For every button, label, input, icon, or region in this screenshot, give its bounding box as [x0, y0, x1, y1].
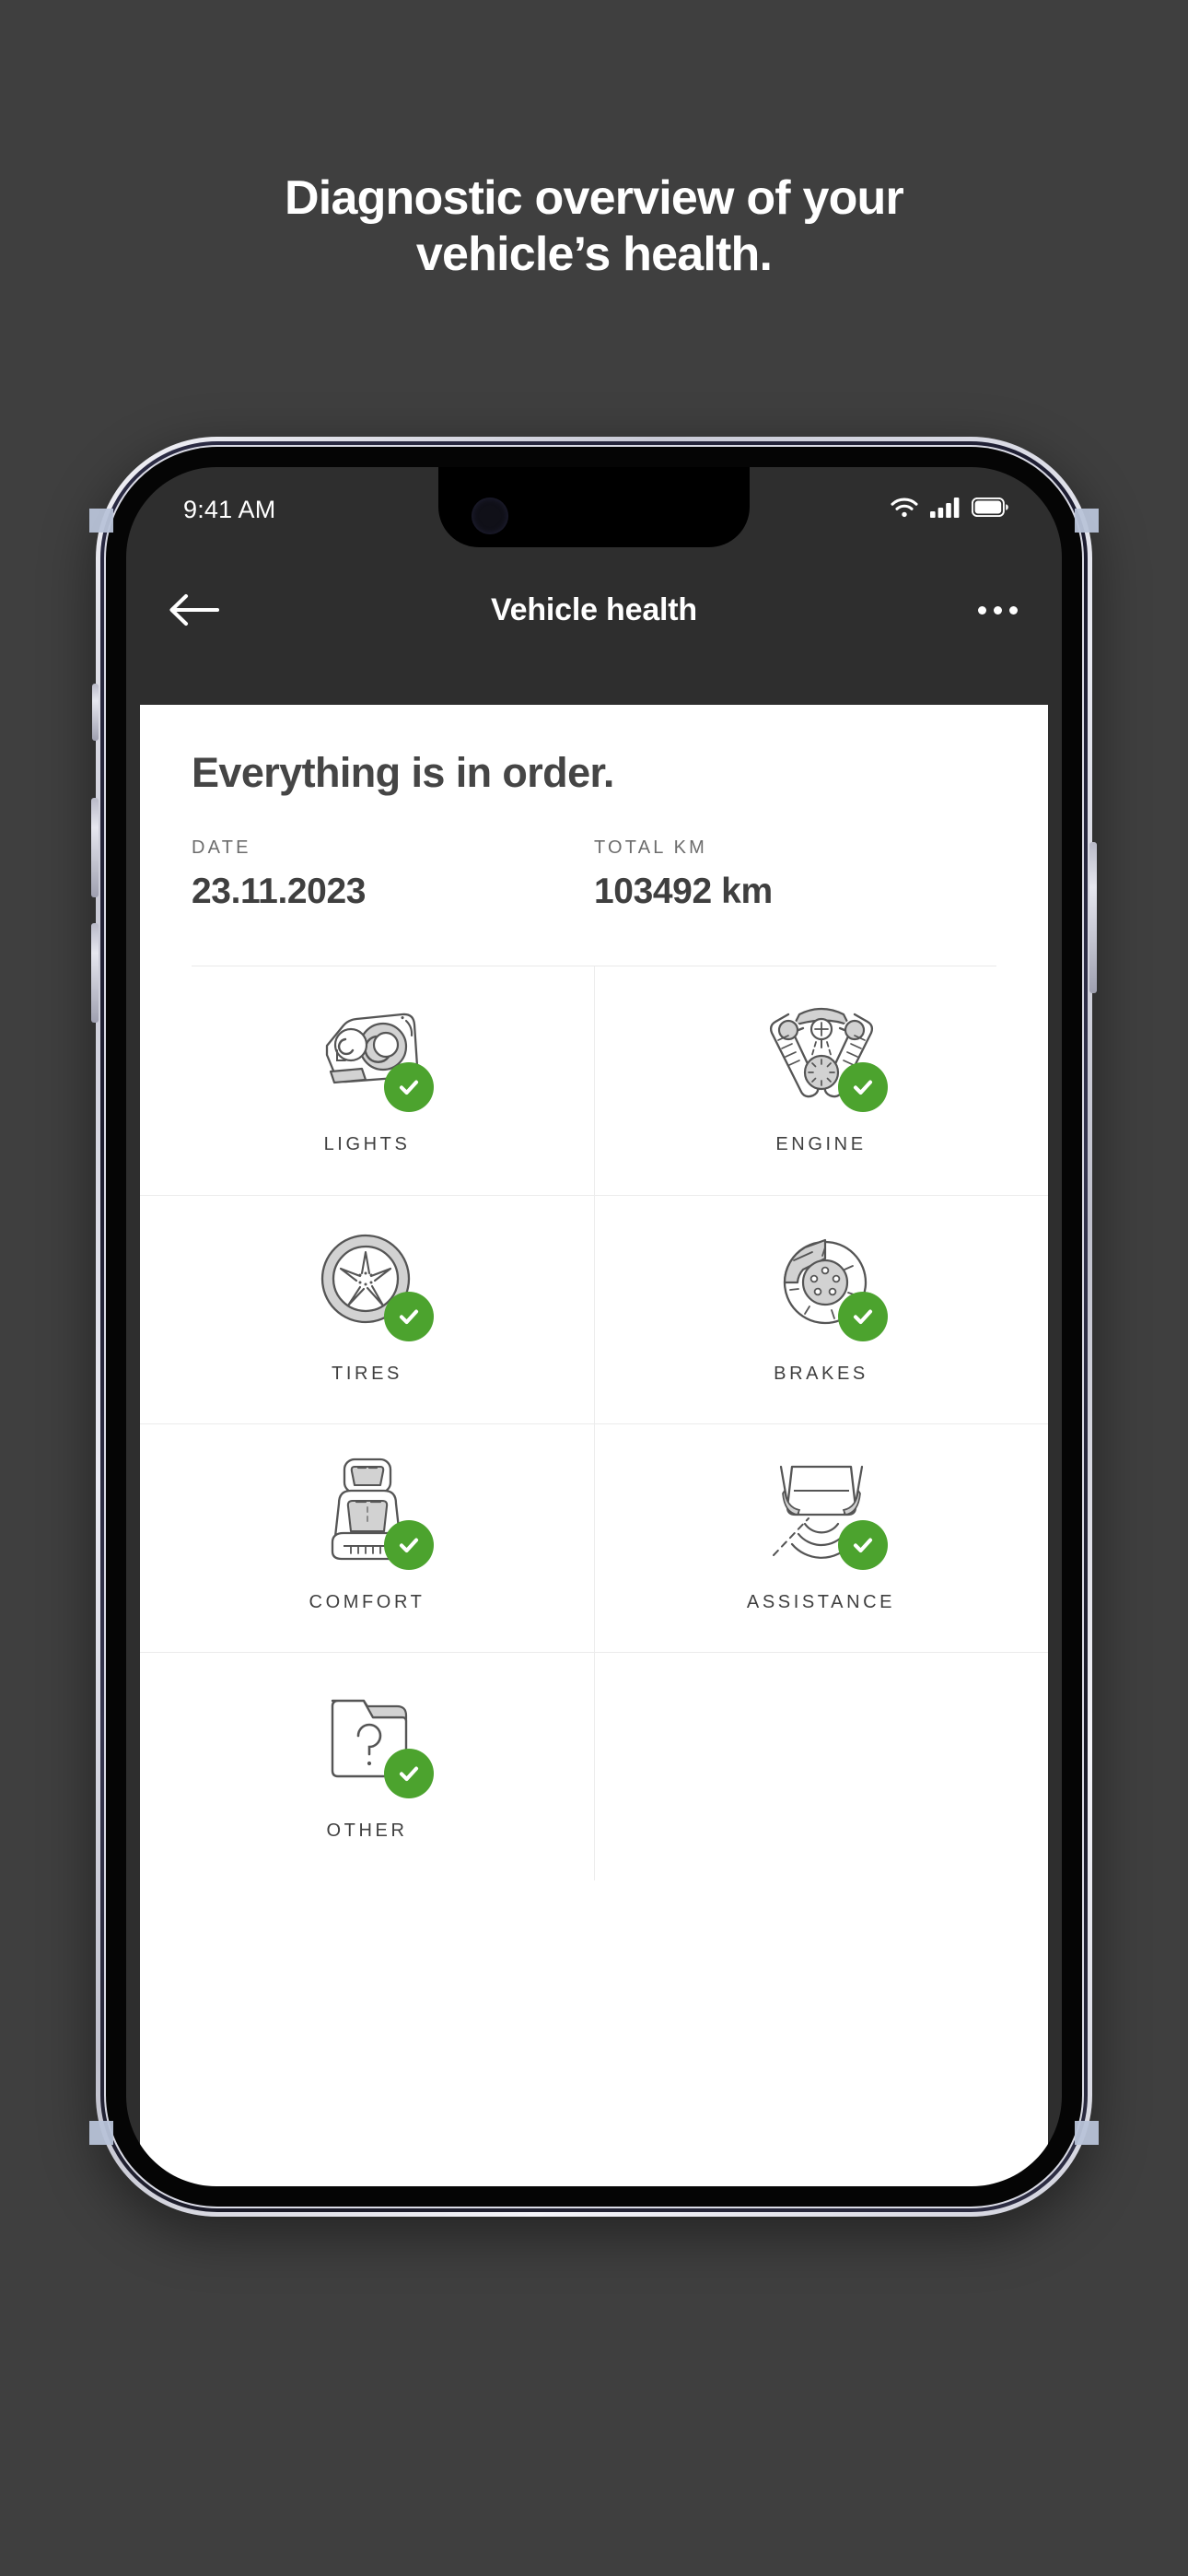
mute-switch[interactable]: [92, 684, 99, 741]
display-notch: [438, 467, 750, 547]
volume-up-button[interactable]: [91, 798, 99, 897]
check-circle-icon: [837, 1292, 888, 1341]
promo-screenshot: Diagnostic overview of your vehicle’s he…: [0, 0, 1188, 2576]
check-circle-icon: [837, 1520, 888, 1570]
check-item-brakes[interactable]: BRAKES: [594, 1196, 1048, 1423]
registration-mark: [1075, 2121, 1099, 2145]
grid-row: LIGHTS ENGINE: [140, 966, 1048, 1195]
check-item-comfort[interactable]: COMFORT: [140, 1424, 594, 1652]
check-circle-icon: [837, 1062, 888, 1112]
app-nav-bar: Vehicle health: [126, 552, 1062, 668]
page-title: Vehicle health: [491, 591, 697, 627]
check-item-engine[interactable]: ENGINE: [594, 966, 1048, 1195]
registration-mark: [1075, 509, 1099, 533]
status-bar-indicators: [891, 497, 1008, 522]
grid-row: TIRES BRAKES: [140, 1195, 1048, 1423]
power-button[interactable]: [1089, 842, 1097, 993]
check-item-other[interactable]: OTHER: [140, 1653, 594, 1880]
battery-full-icon: [971, 497, 1008, 521]
check-item-label: COMFORT: [309, 1592, 425, 1612]
volume-down-button[interactable]: [91, 923, 99, 1023]
status-bar-time: 9:41 AM: [183, 495, 276, 523]
vehicle-health-card: Everything is in order. DATE 23.11.2023 …: [140, 705, 1048, 2186]
health-check-grid: LIGHTS ENGINE TIRES BRAKES COMFORT ASSIS…: [140, 966, 1048, 1880]
phone-screen: 9:41 AM Vehicle health Everything is in …: [126, 467, 1062, 2186]
check-item-label: LIGHTS: [323, 1134, 411, 1154]
check-item-label: ASSISTANCE: [746, 1592, 896, 1612]
check-item-lights[interactable]: LIGHTS: [140, 966, 594, 1195]
phone-mockup: 9:41 AM Vehicle health Everything is in …: [89, 437, 1099, 2217]
check-item-tires[interactable]: TIRES: [140, 1196, 594, 1423]
stat-label: TOTAL KM: [594, 837, 708, 858]
check-item-assistance[interactable]: ASSISTANCE: [594, 1424, 1048, 1652]
grid-row: OTHER: [140, 1652, 1048, 1880]
stat-total-km: TOTAL KM 103492 km: [594, 837, 996, 912]
grid-row: COMFORT ASSISTANCE: [140, 1423, 1048, 1652]
headlight-icon: [307, 992, 434, 1112]
check-circle-icon: [383, 1749, 434, 1798]
brake-disc-icon: [761, 1222, 888, 1341]
check-item-label: OTHER: [326, 1821, 408, 1841]
front-camera-icon: [472, 498, 508, 534]
parking-sensor-icon: [761, 1450, 888, 1570]
cellular-signal-icon: [930, 497, 960, 522]
registration-mark: [89, 509, 113, 533]
registration-mark: [89, 2121, 113, 2145]
check-circle-icon: [383, 1520, 434, 1570]
promo-headline: Diagnostic overview of your vehicle’s he…: [0, 170, 1188, 284]
promo-headline-line-1: Diagnostic overview of your: [285, 171, 904, 225]
stat-value: 23.11.2023: [192, 872, 367, 911]
grid-cell-empty: [594, 1653, 1048, 1880]
wifi-icon: [891, 498, 918, 522]
stat-value: 103492 km: [594, 872, 773, 911]
tire-wheel-icon: [307, 1222, 434, 1341]
stat-label: DATE: [192, 837, 251, 858]
home-indicator[interactable]: [463, 2145, 725, 2155]
summary-stats: DATE 23.11.2023 TOTAL KM 103492 km: [192, 837, 996, 912]
check-circle-icon: [383, 1062, 434, 1112]
overflow-menu-icon[interactable]: [978, 605, 1018, 615]
check-circle-icon: [383, 1292, 434, 1341]
stat-date: DATE 23.11.2023: [192, 837, 594, 912]
card-title: Everything is in order.: [192, 749, 614, 796]
promo-headline-line-2: vehicle’s health.: [415, 228, 773, 282]
check-item-label: TIRES: [332, 1364, 402, 1384]
check-item-label: ENGINE: [775, 1134, 867, 1154]
folder-question-icon: [307, 1679, 434, 1798]
check-item-label: BRAKES: [774, 1364, 868, 1384]
car-seat-icon: [307, 1450, 434, 1570]
engine-icon: [761, 992, 888, 1112]
back-button[interactable]: [166, 589, 221, 631]
